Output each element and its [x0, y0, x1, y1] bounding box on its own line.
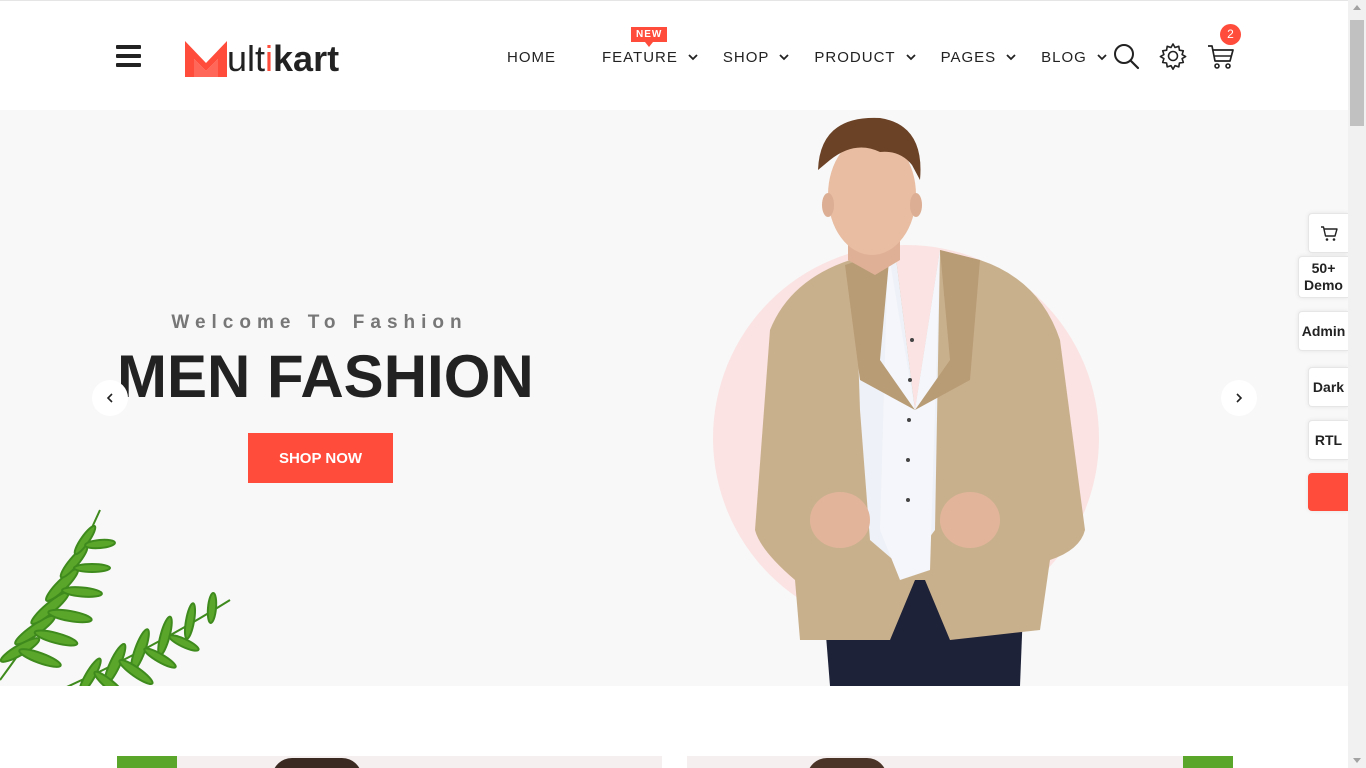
nav-pages[interactable]: PAGES: [941, 49, 1017, 66]
banner-left-leaf: [117, 756, 177, 768]
logo-text: ultikart: [227, 41, 339, 77]
cart-icon[interactable]: [1207, 42, 1235, 70]
nav-product-label: PRODUCT: [814, 48, 896, 66]
nav-pages-label: PAGES: [940, 48, 997, 66]
chevron-left-icon: [106, 393, 113, 403]
cart-icon: [1320, 226, 1338, 241]
page-scrollbar[interactable]: [1348, 0, 1366, 768]
side-demo-button[interactable]: 50+ Demo: [1298, 256, 1348, 298]
side-rtl-button[interactable]: RTL: [1308, 420, 1348, 460]
chevron-down-icon: [688, 54, 698, 61]
hero-model-image: [755, 117, 1085, 686]
scroll-thumb[interactable]: [1350, 20, 1364, 126]
banner-right-leaf: [1183, 756, 1233, 768]
scroll-up-icon[interactable]: [1353, 5, 1361, 10]
search-icon[interactable]: [1112, 42, 1140, 70]
nav-shop-label: SHOP: [722, 48, 770, 66]
shop-now-button[interactable]: SHOP NOW: [248, 433, 393, 483]
hero-title: MEN FASHION: [117, 343, 534, 410]
fern-leaf-image: [0, 509, 231, 686]
slider-next-button[interactable]: [1221, 380, 1257, 416]
nav-product[interactable]: PRODUCT: [814, 48, 916, 66]
chevron-down-icon: [779, 54, 790, 61]
banner-left-figure: [272, 758, 362, 768]
chevron-down-icon: [905, 54, 916, 61]
nav-feature[interactable]: NEW FEATURE: [602, 26, 698, 66]
scroll-down-icon[interactable]: [1353, 758, 1361, 763]
banner-right[interactable]: [687, 756, 1233, 768]
site-header: ultikart HOME NEW FEATURE SHOP PRODUCT P…: [0, 0, 1348, 110]
banner-right-figure: [807, 758, 887, 768]
slider-prev-button[interactable]: [92, 380, 128, 416]
logo-text-light: ulti: [227, 38, 274, 79]
settings-icon[interactable]: [1159, 42, 1187, 70]
nav-blog[interactable]: BLOG: [1041, 49, 1107, 66]
nav-shop[interactable]: SHOP: [723, 49, 790, 66]
chevron-right-icon: [1236, 393, 1243, 403]
side-admin-button[interactable]: Admin: [1298, 311, 1348, 351]
nav-home-label: HOME: [507, 48, 556, 66]
logo-text-bold: kart: [273, 38, 340, 79]
chevron-down-icon: [1006, 54, 1016, 61]
chevron-down-icon: [1097, 54, 1107, 61]
menu-toggle-icon[interactable]: [116, 45, 141, 67]
main-nav: HOME NEW FEATURE SHOP PRODUCT PAGES BLOG: [507, 26, 1107, 69]
banner-left[interactable]: [117, 756, 662, 768]
hero-slider: Welcome To Fashion MEN FASHION SHOP NOW: [0, 110, 1348, 686]
new-badge: NEW: [631, 26, 668, 47]
nav-home[interactable]: HOME: [507, 49, 556, 66]
nav-feature-label: FEATURE: [602, 48, 678, 66]
hero-subtitle: Welcome To Fashion: [171, 312, 468, 333]
side-color-picker-button[interactable]: [1308, 473, 1348, 511]
site-logo[interactable]: ultikart: [185, 37, 339, 77]
side-dark-button[interactable]: Dark: [1308, 367, 1348, 407]
side-cart-button[interactable]: [1308, 213, 1348, 253]
nav-blog-label: BLOG: [1041, 48, 1087, 66]
cart-count-badge: 2: [1220, 24, 1241, 45]
logo-m-icon: [185, 41, 227, 77]
